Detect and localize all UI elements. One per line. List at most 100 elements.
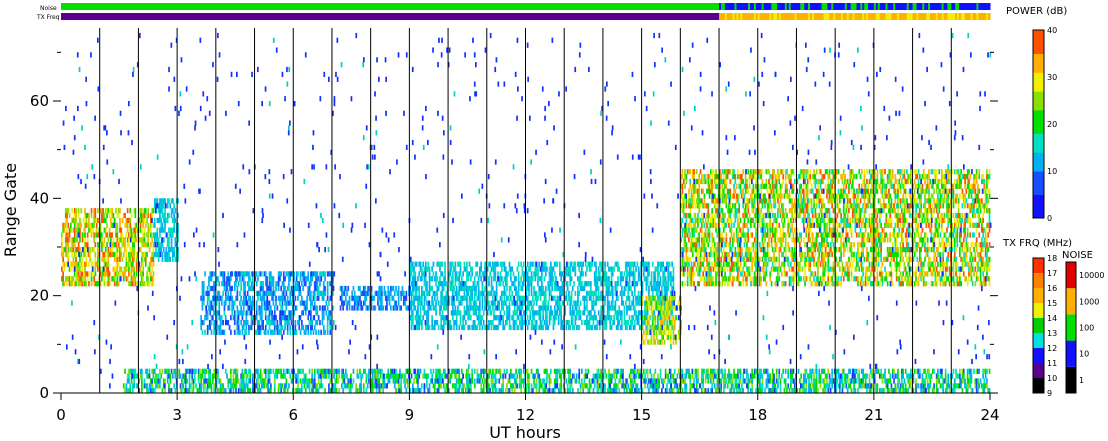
scatter-cell bbox=[255, 383, 258, 389]
scatter-cell bbox=[344, 285, 347, 292]
scatter-cell bbox=[280, 329, 282, 335]
scatter-cell bbox=[156, 227, 159, 233]
scatter-cell bbox=[343, 378, 346, 384]
scatter-cell bbox=[467, 276, 470, 282]
scatter-cell bbox=[116, 276, 119, 282]
scatter-cell bbox=[66, 227, 68, 233]
scatter-cell bbox=[121, 217, 124, 223]
scatter-cell bbox=[915, 378, 917, 384]
scatter-cell bbox=[231, 285, 233, 292]
scatter-cell bbox=[771, 368, 774, 374]
scatter-cell bbox=[101, 247, 103, 253]
scatter-cell bbox=[252, 320, 254, 326]
scatter-cell bbox=[891, 373, 894, 379]
scatter-cell bbox=[452, 281, 454, 287]
scatter-cell bbox=[355, 383, 357, 389]
scatter-cell bbox=[751, 383, 753, 389]
scatter-cell bbox=[108, 276, 111, 282]
scatter-cell bbox=[107, 256, 110, 262]
scatter-cell bbox=[898, 378, 901, 384]
scatter-cell bbox=[884, 373, 886, 379]
scatter-cell bbox=[452, 305, 454, 311]
scatter-cell bbox=[459, 383, 462, 389]
scatter-cell bbox=[280, 320, 282, 326]
scatter-cell bbox=[482, 383, 485, 389]
scatter-cell bbox=[126, 208, 129, 214]
scatter-cell bbox=[226, 373, 228, 379]
scatter-cell bbox=[116, 227, 119, 233]
scatter-cell bbox=[944, 378, 947, 384]
scatter-cell bbox=[88, 217, 90, 223]
scatter-cell bbox=[642, 368, 645, 374]
scatter-cell bbox=[418, 324, 421, 331]
scatter-cell bbox=[301, 383, 303, 389]
scatter-cell bbox=[467, 290, 470, 296]
scatter-cell bbox=[982, 373, 984, 379]
scatter-cell bbox=[263, 295, 266, 301]
scatter-cell bbox=[313, 324, 316, 331]
scatter-cell bbox=[365, 378, 368, 384]
scatter-cell bbox=[120, 247, 123, 253]
scatter-cell bbox=[295, 305, 298, 311]
scatter-cell bbox=[360, 300, 362, 306]
scatter-cell bbox=[433, 324, 436, 331]
scatter-cell bbox=[155, 247, 157, 253]
scatter-cell bbox=[432, 271, 435, 277]
scatter-cell bbox=[249, 368, 252, 374]
scatter-cell bbox=[317, 329, 320, 335]
txfreq-strip-label: TX Freq bbox=[36, 14, 60, 21]
scatter-cell bbox=[937, 368, 939, 374]
scatter-cell bbox=[79, 266, 81, 272]
scatter-cell bbox=[168, 251, 170, 258]
scatter-cell bbox=[490, 290, 493, 296]
scatter-cell bbox=[481, 281, 484, 287]
scatter-cell bbox=[310, 315, 312, 321]
scatter-cell bbox=[846, 373, 849, 379]
scatter-cell bbox=[379, 373, 382, 379]
scatter-cell bbox=[339, 305, 342, 311]
scatter-cell bbox=[811, 368, 814, 374]
scatter-cell bbox=[439, 310, 441, 316]
scatter-cell bbox=[173, 212, 175, 219]
scatter-cell bbox=[397, 285, 400, 292]
scatter-cell bbox=[299, 290, 302, 296]
scatter-cell bbox=[262, 320, 264, 326]
scatter-cell bbox=[435, 300, 437, 306]
scatter-cell bbox=[455, 324, 458, 331]
scatter-cell bbox=[303, 271, 306, 277]
scatter-cell bbox=[289, 276, 292, 282]
scatter-cell bbox=[942, 383, 944, 389]
scatter-cell bbox=[548, 383, 551, 389]
scatter-cell bbox=[343, 300, 346, 306]
scatter-cell bbox=[414, 305, 417, 311]
scatter-cell bbox=[526, 368, 529, 374]
scatter-cell bbox=[310, 329, 312, 335]
scatter-cell bbox=[476, 368, 479, 374]
scatter-cell bbox=[412, 290, 414, 296]
scatter-cell bbox=[90, 232, 93, 238]
scatter-cell bbox=[116, 222, 119, 228]
scatter-cell bbox=[983, 378, 986, 384]
scatter-cell bbox=[802, 383, 805, 389]
scatter-cell bbox=[597, 368, 600, 374]
scatter-cell bbox=[402, 290, 405, 296]
scatter-cell bbox=[103, 281, 106, 287]
scatter-cell bbox=[308, 285, 311, 292]
scatter-cell bbox=[779, 383, 782, 389]
scatter-cell bbox=[79, 227, 81, 233]
scatter-cell bbox=[255, 315, 258, 321]
scatter-cell bbox=[673, 368, 676, 374]
scatter-cell bbox=[468, 324, 471, 331]
scatter-cell bbox=[240, 305, 242, 311]
scatter-cell bbox=[168, 212, 170, 219]
scatter-cell bbox=[466, 295, 468, 301]
scatter-cell bbox=[436, 276, 439, 282]
scatter-cell bbox=[423, 305, 426, 311]
scatter-cell bbox=[92, 227, 94, 233]
scatter-cell bbox=[317, 285, 320, 292]
scatter-cell bbox=[427, 373, 430, 379]
scatter-cell bbox=[249, 373, 252, 379]
scatter-cell bbox=[70, 266, 72, 272]
scatter-cell bbox=[481, 305, 484, 311]
scatter-cell bbox=[444, 315, 446, 321]
